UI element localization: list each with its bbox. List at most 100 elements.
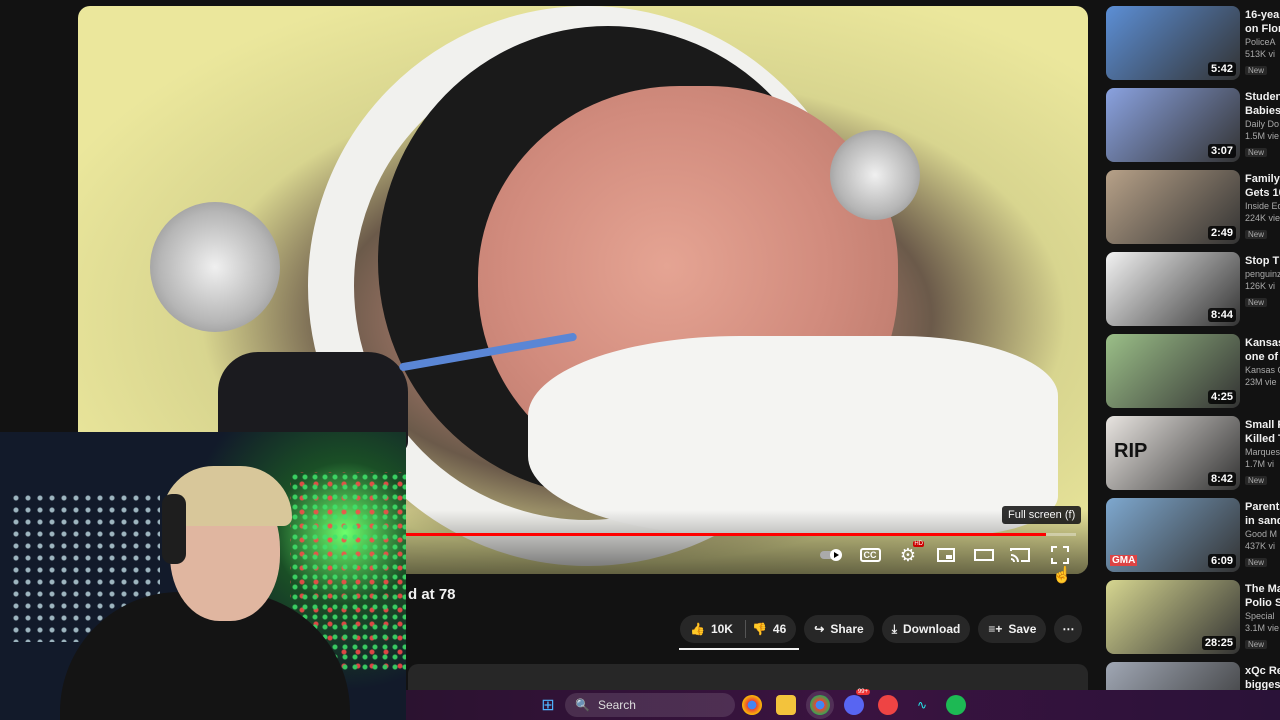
video-towel [528,336,1058,536]
share-label: Share [830,622,864,636]
like-button[interactable]: 👍 10K 👎 46 [680,615,797,643]
recommendation-title-line2: in sand [1245,515,1280,527]
recommendation-thumbnail[interactable]: 6:09 GMA [1106,498,1240,572]
recommendation-title-line2: Babies [1245,105,1280,117]
chrome-icon[interactable] [742,695,762,715]
action-bar: 👍 10K 👎 46 ↪ Share ⤓ Download ≡+ Save ⋯ [680,615,1083,643]
save-playlist-icon: ≡+ [988,622,1003,636]
duration-badge: 8:42 [1207,472,1236,486]
app-icon[interactable] [878,695,898,715]
recommendation-card[interactable]: 8:42 RIP Small P Killed T Marques 1.7M vi New [1106,416,1280,499]
recommendation-title: Parents [1245,501,1280,513]
autoplay-toggle-icon[interactable] [818,544,846,566]
windows-taskbar: ⊞ 🔍 Search 99+ ∿ [406,689,1280,720]
recommendation-channel: Special [1245,611,1275,621]
thumbnail-text-gma: GMA [1110,555,1138,566]
recommendation-thumbnail[interactable]: 8:44 [1106,252,1240,326]
windows-start-icon[interactable]: ⊞ [538,695,558,715]
new-badge: New [1245,148,1268,157]
recommendation-title: Stop Th [1245,255,1280,267]
duration-badge: 2:49 [1207,226,1236,240]
recommendation-card[interactable]: 6:09 GMA Parents in sand Good M 437K vi New [1106,498,1280,581]
recommendation-title: Family [1245,173,1280,185]
recommendation-thumbnail[interactable]: 28:25 [1106,580,1240,654]
recommendation-views: 437K vi [1245,541,1276,551]
recommendation-thumbnail[interactable]: 4:25 [1106,334,1240,408]
theater-mode-icon[interactable] [972,544,996,566]
recommendation-card[interactable]: 4:25 Kansas one of Kansas C 23M vie [1106,334,1280,417]
duration-badge: 5:42 [1207,62,1236,76]
share-button[interactable]: ↪ Share [804,615,874,643]
download-icon: ⤓ [891,621,898,636]
download-label: Download [903,622,961,636]
recommendation-title-line2: on Flor [1245,23,1280,35]
video-title: d at 78 [408,586,456,603]
fullscreen-icon[interactable] [1048,544,1072,566]
recommendation-thumbnail[interactable]: 8:42 RIP [1106,416,1240,490]
search-placeholder: Search [597,698,636,712]
discord-icon[interactable]: 99+ [844,689,870,715]
recommendation-card[interactable]: 2:49 Family Gets 10 Inside Ed 224K vie New [1106,170,1280,253]
new-badge: New [1245,66,1268,75]
more-icon: ⋯ [1062,622,1075,636]
taskbar-search[interactable]: 🔍 Search [565,693,735,717]
cast-icon[interactable] [1008,544,1032,566]
duration-badge: 8:44 [1207,308,1236,322]
recommendation-card[interactable]: 5:42 16-yea on Flor PoliceA 513K vi New [1106,6,1280,89]
discord-badge: 99+ [855,689,870,695]
spotify-icon[interactable] [946,695,966,715]
file-explorer-icon[interactable] [776,695,796,715]
recommendation-views: 1.7M vi [1245,459,1275,469]
recommendation-channel: Kansas C [1245,365,1280,375]
recommendation-meta: Parents in sand Good M 437K vi New [1245,500,1280,570]
recommendation-views: 1.5M vie [1245,131,1280,141]
recommendation-title-line2: Polio S [1245,597,1280,609]
thumbnail-text-rip: RIP [1114,440,1148,462]
duration-badge: 28:25 [1201,636,1236,650]
recommendation-views: 513K vi [1245,49,1276,59]
new-badge: New [1245,640,1268,649]
recommendation-channel: Good M [1245,529,1278,539]
recommendation-meta: Small P Killed T Marques 1.7M vi New [1245,418,1280,488]
download-button[interactable]: ⤓ Download [881,615,971,643]
like-count: 10K [710,622,733,636]
headset-icon [162,494,186,564]
chrome-active-icon[interactable] [806,691,834,719]
recommendation-title: Kansas [1245,337,1280,349]
streamer-webcam [0,432,406,720]
recommendation-thumbnail[interactable]: 2:49 [1106,170,1240,244]
duration-badge: 6:09 [1207,554,1236,568]
recommendation-meta: Family Gets 10 Inside Ed 224K vie New [1245,172,1280,242]
duration-badge: 4:25 [1207,390,1236,404]
settings-gear-icon[interactable]: ⚙ HD [896,541,924,566]
hd-badge: HD [913,541,924,547]
save-button[interactable]: ≡+ Save [978,615,1047,643]
recommendation-channel: penguinz [1245,269,1280,279]
recommendation-card[interactable]: 8:44 Stop Th penguinz 126K vi New [1106,252,1280,335]
recommendation-card[interactable]: 3:07 Studen Babies Daily Do 1.5M vie New [1106,88,1280,171]
mouse-cursor-icon: ☝ [1052,567,1072,584]
recommendation-meta: Kansas one of Kansas C 23M vie [1245,336,1280,388]
recommendation-meta: Stop Th penguinz 126K vi New [1245,254,1280,310]
new-badge: New [1245,230,1268,239]
recommendation-card[interactable]: 28:25 The Ma Polio S Special 3.1M vie New [1106,580,1280,663]
recommendation-meta: 16-yea on Flor PoliceA 513K vi New [1245,8,1280,78]
screen: Full screen (f) CC ⚙ HD [0,0,1280,720]
recommendation-thumbnail[interactable]: 3:07 [1106,88,1240,162]
new-badge: New [1245,558,1268,567]
recommendation-title: 16-yea [1245,9,1280,21]
like-divider [744,620,746,638]
captions-button[interactable]: CC [858,544,882,566]
recommendation-views: 224K vie [1245,213,1280,223]
waveform-icon[interactable]: ∿ [912,695,932,715]
like-underline [679,648,799,650]
miniplayer-icon[interactable] [934,544,958,566]
share-icon: ↪ [814,622,825,636]
recommendation-channel: Daily Do [1245,119,1280,129]
recommendation-channel: PoliceA [1245,37,1276,47]
recommendation-channel: Inside Ed [1245,201,1280,211]
more-actions-button[interactable]: ⋯ [1054,615,1083,643]
recommendation-meta: The Ma Polio S Special 3.1M vie New [1245,582,1280,652]
thumbs-down-icon[interactable]: 👎 [752,622,767,636]
recommendation-thumbnail[interactable]: 5:42 [1106,6,1240,80]
